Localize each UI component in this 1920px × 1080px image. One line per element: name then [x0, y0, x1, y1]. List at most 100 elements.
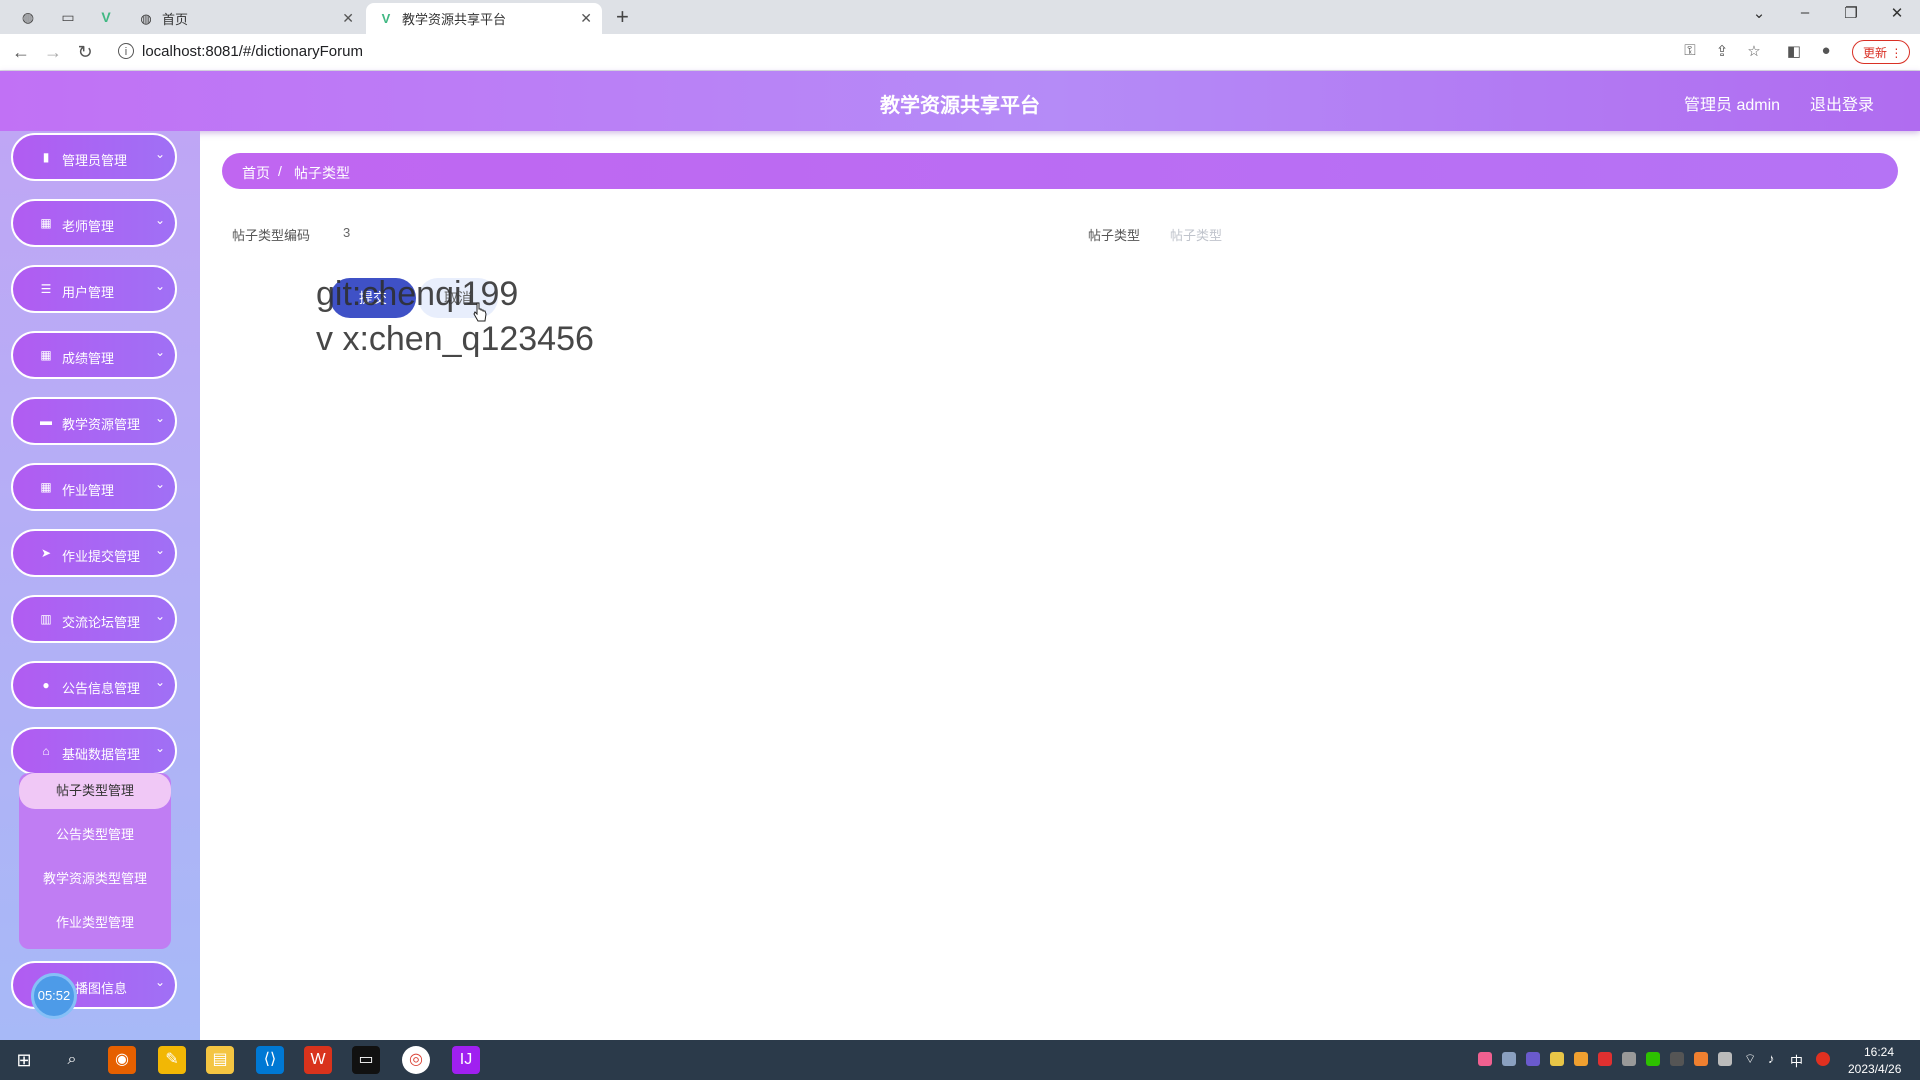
chevron-down-icon[interactable]: ⌄ [1744, 4, 1774, 22]
profile-icon[interactable]: ● [1816, 42, 1836, 59]
submenu-item-notice-type[interactable]: 公告类型管理 [19, 817, 171, 853]
tray-app-icon[interactable] [1598, 1052, 1612, 1066]
tray-app-icon[interactable] [1526, 1052, 1540, 1066]
chevron-down-icon: ⌄ [154, 411, 165, 425]
tray-app-icon[interactable] [1670, 1052, 1684, 1066]
hand-cursor-icon [473, 302, 487, 322]
sidebar-item-submission[interactable]: ➤ 作业提交管理 ⌄ [11, 529, 177, 577]
sidebar-item-label: 作业提交管理 [62, 549, 141, 564]
globe-icon: ◍ [140, 10, 152, 26]
wifi-icon[interactable]: ⌔ [1744, 1051, 1756, 1067]
shield-icon[interactable] [1574, 1052, 1588, 1066]
chevron-down-icon: ⌄ [154, 609, 165, 623]
sidebar-item-teacher[interactable]: ▦ 老师管理 ⌄ [11, 199, 177, 247]
tray-app-icon[interactable] [1550, 1052, 1564, 1066]
reload-icon[interactable]: ↻ [74, 42, 96, 62]
firefox-icon[interactable]: ◉ [108, 1046, 136, 1074]
window-close-button[interactable]: ✕ [1882, 4, 1912, 22]
sidebar-item-label: 老师管理 [62, 219, 115, 234]
search-icon[interactable]: ⌕ [58, 1046, 86, 1074]
sidebar-item-user[interactable]: ☰ 用户管理 ⌄ [11, 265, 177, 313]
tab-platform[interactable]: V 教学资源共享平台 ✕ [366, 3, 602, 34]
share-icon[interactable]: ⇪ [1712, 42, 1732, 60]
current-user: 管理员 admin [1684, 97, 1781, 114]
tray-app-icon[interactable] [1694, 1052, 1708, 1066]
blank-tab-icon[interactable]: ▭ [58, 7, 78, 27]
post-type-label: 帖子类型 [1088, 228, 1141, 243]
sogou-icon[interactable] [1816, 1052, 1830, 1066]
sidebar-item-score[interactable]: ▦ 成绩管理 ⌄ [11, 331, 177, 379]
submenu-item-resource-type[interactable]: 教学资源类型管理 [19, 861, 171, 897]
intellij-icon[interactable]: IJ [452, 1046, 480, 1074]
post-type-code-value: 3 [343, 225, 351, 240]
chevron-down-icon: ⌄ [154, 345, 165, 359]
sidebar-item-homework[interactable]: ▦ 作业管理 ⌄ [11, 463, 177, 511]
breadcrumb: 首页 / 帖子类型 [222, 153, 1898, 189]
submenu-item-homework-type[interactable]: 作业类型管理 [19, 905, 171, 941]
wechat-icon[interactable] [1646, 1052, 1660, 1066]
update-label: 更新 [1863, 46, 1888, 60]
sidebar-item-admin[interactable]: ▮ 管理员管理 ⌄ [11, 133, 177, 181]
browser-tab-bar: ◍ ▭ V ◍ 首页 ✕ V 教学资源共享平台 ✕ + ⌄ – ❐ ✕ [0, 0, 1920, 34]
address-bar[interactable]: i localhost:8081/#/dictionaryForum [110, 39, 1890, 65]
close-icon[interactable]: ✕ [342, 10, 354, 27]
new-tab-button[interactable]: + [616, 4, 629, 30]
sidebar-item-forum[interactable]: ▥ 交流论坛管理 ⌄ [11, 595, 177, 643]
info-icon[interactable]: i [118, 43, 134, 59]
chevron-down-icon: ⌄ [154, 675, 165, 689]
grid-icon: ▦ [40, 480, 52, 494]
submit-button[interactable]: 提交 [330, 278, 416, 318]
tab-title: 教学资源共享平台 [402, 12, 507, 27]
timer-badge: 05:52 [31, 973, 77, 1019]
browser-toolbar: ← → ↻ i localhost:8081/#/dictionaryForum… [0, 34, 1920, 71]
sidebar-item-basic-data[interactable]: ⌂ 基础数据管理 ⌄ [11, 727, 177, 775]
update-button[interactable]: 更新 ⋮ [1852, 40, 1910, 64]
chevron-down-icon: ⌄ [154, 279, 165, 293]
sidebar-item-label: 教学资源管理 [62, 417, 141, 432]
url-text[interactable]: localhost:8081/#/dictionaryForum [142, 43, 363, 60]
clock-date[interactable]: 2023/4/26 [1848, 1062, 1901, 1076]
back-arrow-icon[interactable]: ← [10, 42, 32, 62]
post-type-input[interactable]: 帖子类型 [1170, 225, 1222, 244]
app-header: 教学资源共享平台 管理员 admin 退出登录 [0, 71, 1920, 131]
side-panel-icon[interactable]: ◧ [1784, 42, 1804, 60]
sidebar-item-label: 用户管理 [62, 285, 115, 300]
vscode-icon[interactable]: ⟨⟩ [256, 1046, 284, 1074]
breadcrumb-separator: / [278, 163, 282, 179]
tab-home[interactable]: ◍ 首页 ✕ [134, 3, 364, 34]
forward-arrow-icon[interactable]: → [42, 42, 64, 62]
notes-app-icon[interactable]: ✎ [158, 1046, 186, 1074]
chevron-down-icon: ⌄ [154, 147, 165, 161]
globe-icon[interactable]: ◍ [18, 7, 38, 27]
minimize-button[interactable]: – [1790, 4, 1820, 21]
breadcrumb-home[interactable]: 首页 [242, 163, 270, 183]
restore-button[interactable]: ❐ [1836, 4, 1866, 22]
tray-app-icon[interactable] [1502, 1052, 1516, 1066]
sidebar-item-notice[interactable]: ● 公告信息管理 ⌄ [11, 661, 177, 709]
key-icon[interactable]: ⚿ [1680, 42, 1700, 59]
vue-icon: V [381, 10, 391, 26]
sidebar-item-resource[interactable]: ▬ 教学资源管理 ⌄ [11, 397, 177, 445]
tray-app-icon[interactable] [1622, 1052, 1636, 1066]
clock-time[interactable]: 16:24 [1864, 1045, 1894, 1059]
windows-start-icon[interactable]: ⊞ [10, 1046, 38, 1074]
wps-icon[interactable]: W [304, 1046, 332, 1074]
vue-icon[interactable]: V [96, 7, 116, 27]
sidebar-item-label: 基础数据管理 [62, 747, 141, 762]
terminal-icon[interactable]: ▭ [352, 1046, 380, 1074]
tray-app-icon[interactable] [1478, 1052, 1492, 1066]
post-type-code-label: 帖子类型编码 [232, 228, 311, 243]
star-icon[interactable]: ☆ [1744, 42, 1764, 60]
submenu-item-post-type[interactable]: 帖子类型管理 [19, 773, 171, 809]
ime-indicator[interactable]: 中 [1790, 1051, 1803, 1070]
chrome-icon[interactable]: ◎ [402, 1046, 430, 1074]
sidebar-item-label: 公告信息管理 [62, 681, 141, 696]
folder-icon[interactable]: ▤ [206, 1046, 234, 1074]
logout-link[interactable]: 退出登录 [1810, 91, 1874, 115]
usb-icon[interactable] [1718, 1052, 1732, 1066]
tab-title: 首页 [162, 12, 189, 27]
clipboard-icon: ▮ [42, 150, 50, 164]
volume-icon[interactable]: ♪ [1768, 1051, 1775, 1066]
close-icon[interactable]: ✕ [580, 10, 592, 27]
send-icon: ➤ [40, 546, 52, 560]
